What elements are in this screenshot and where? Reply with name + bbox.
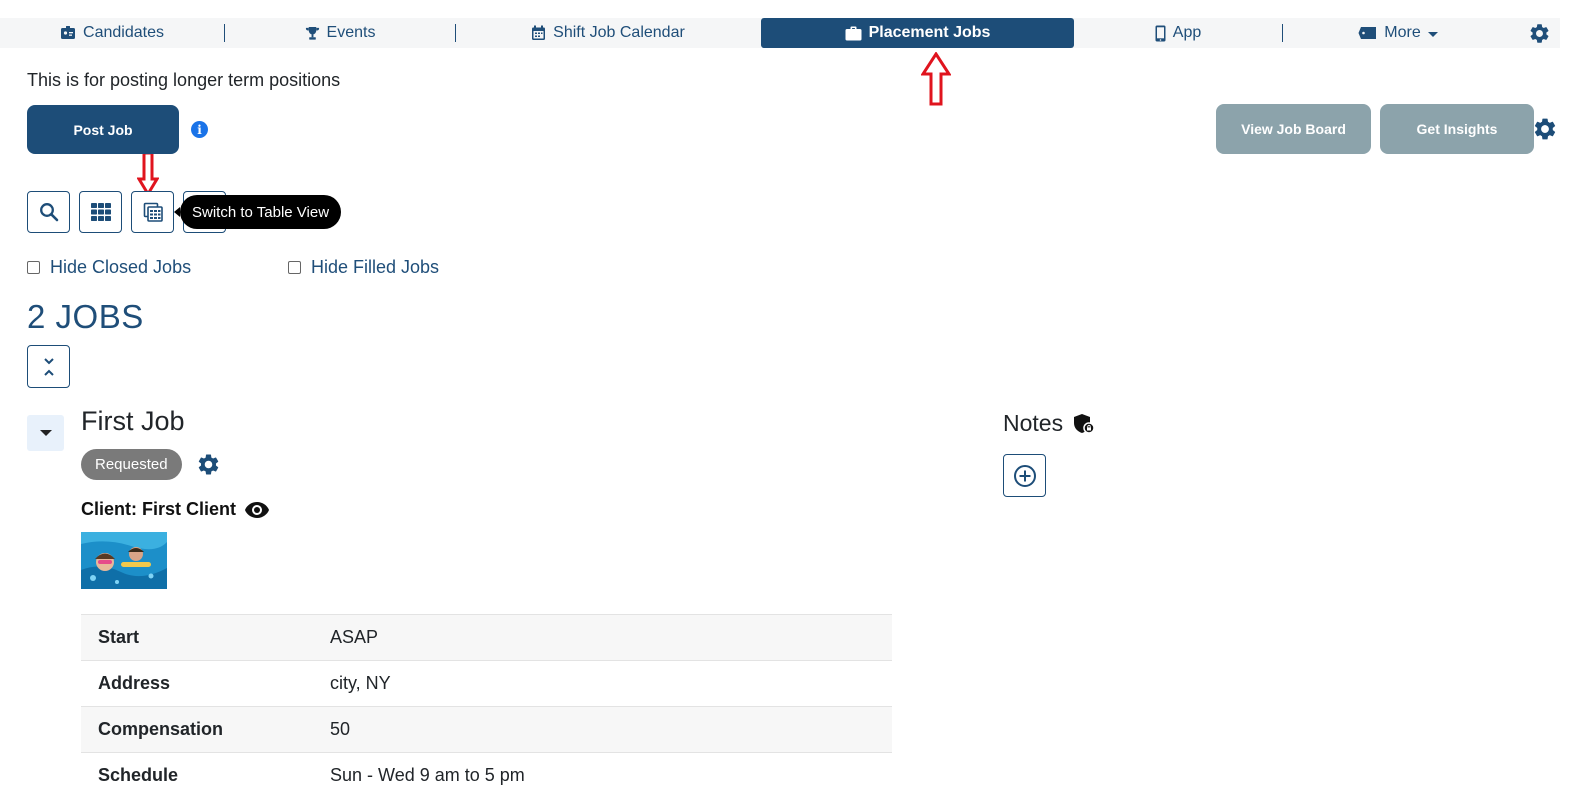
nav-candidates[interactable]: Candidates xyxy=(0,18,224,48)
gear-icon[interactable] xyxy=(196,452,221,477)
gear-icon[interactable] xyxy=(1532,116,1558,142)
nav-settings-button[interactable] xyxy=(1522,18,1556,48)
table-row: Start ASAP xyxy=(81,614,892,661)
job-photo xyxy=(81,532,167,589)
grid-view-button[interactable] xyxy=(79,191,122,233)
chevron-down-icon xyxy=(1427,31,1438,37)
nav-label: Shift Job Calendar xyxy=(553,24,685,41)
view-job-board-button[interactable]: View Job Board xyxy=(1216,104,1371,154)
nav-label: More xyxy=(1384,24,1421,41)
info-icon[interactable]: i xyxy=(191,121,208,138)
checkbox-label: Hide Closed Jobs xyxy=(50,257,192,277)
tooltip: Switch to Table View xyxy=(173,195,342,229)
top-navigation: Candidates Events Shift Job Calendar Pla… xyxy=(0,18,1560,48)
nav-label: Placement Jobs xyxy=(868,24,991,41)
detail-value: ASAP xyxy=(313,614,892,661)
page-subtitle: This is for posting longer term position… xyxy=(27,70,341,90)
detail-label: Compensation xyxy=(81,706,313,753)
detail-value: 50 xyxy=(313,706,892,753)
detail-value: city, NY xyxy=(313,660,892,707)
add-note-button[interactable] xyxy=(1003,454,1046,497)
client-label: Client: First Client xyxy=(81,499,237,519)
collapse-chevrons-icon xyxy=(43,357,54,376)
nav-events[interactable]: Events xyxy=(225,18,455,48)
ticket-icon xyxy=(1358,27,1377,39)
id-badge-icon xyxy=(61,26,76,39)
job-title: First Job xyxy=(81,406,185,436)
client-name: Client: First Client xyxy=(81,499,270,520)
checkbox-label: Hide Filled Jobs xyxy=(311,257,440,277)
trophy-icon xyxy=(305,26,319,40)
collapse-all-button[interactable] xyxy=(27,345,70,388)
table-row: Schedule Sun - Wed 9 am to 5 pm xyxy=(81,752,892,787)
caret-down-icon xyxy=(39,430,52,436)
table-row: Address city, NY xyxy=(81,660,892,707)
job-expand-toggle[interactable] xyxy=(27,415,64,451)
calendar-icon xyxy=(532,25,546,40)
annotation-arrow-up-icon xyxy=(921,52,951,106)
nav-shift-job-calendar[interactable]: Shift Job Calendar xyxy=(456,18,760,48)
table-row: Compensation 50 xyxy=(81,706,892,753)
nav-label: Candidates xyxy=(83,24,164,41)
status-badge: Requested xyxy=(81,449,182,480)
hide-filled-jobs-checkbox[interactable]: Hide Filled Jobs xyxy=(288,257,439,278)
table-view-button[interactable] xyxy=(131,191,174,233)
job-details-table: Start ASAP Address city, NY Compensation… xyxy=(81,614,892,787)
jobs-count-heading: 2 JOBS xyxy=(27,298,144,335)
notes-title: Notes xyxy=(1003,410,1064,436)
get-insights-button[interactable]: Get Insights xyxy=(1380,104,1534,154)
briefcase-icon xyxy=(845,26,862,40)
hide-closed-jobs-checkbox[interactable]: Hide Closed Jobs xyxy=(27,257,191,278)
post-job-button[interactable]: Post Job xyxy=(27,105,179,154)
nav-placement-jobs[interactable]: Placement Jobs xyxy=(761,18,1074,48)
table-icon xyxy=(143,202,163,222)
grid-icon xyxy=(90,203,111,221)
detail-label: Address xyxy=(81,660,313,707)
plus-circle-icon xyxy=(1013,464,1036,487)
gear-icon xyxy=(1530,23,1548,43)
mobile-phone-icon xyxy=(1155,25,1166,41)
notes-heading: Notes xyxy=(1003,410,1095,437)
nav-app[interactable]: App xyxy=(1075,18,1281,48)
eye-icon[interactable] xyxy=(244,501,270,519)
checkbox-box[interactable] xyxy=(27,261,40,274)
detail-value: Sun - Wed 9 am to 5 pm xyxy=(313,752,892,787)
detail-label: Schedule xyxy=(81,752,313,787)
nav-more-dropdown[interactable]: More xyxy=(1283,18,1513,48)
nav-label: Events xyxy=(326,24,376,41)
detail-label: Start xyxy=(81,614,313,661)
shield-lock-icon xyxy=(1074,413,1095,434)
search-button[interactable] xyxy=(27,191,70,233)
nav-label: App xyxy=(1172,24,1202,41)
checkbox-box[interactable] xyxy=(288,261,301,274)
search-icon xyxy=(39,203,58,222)
